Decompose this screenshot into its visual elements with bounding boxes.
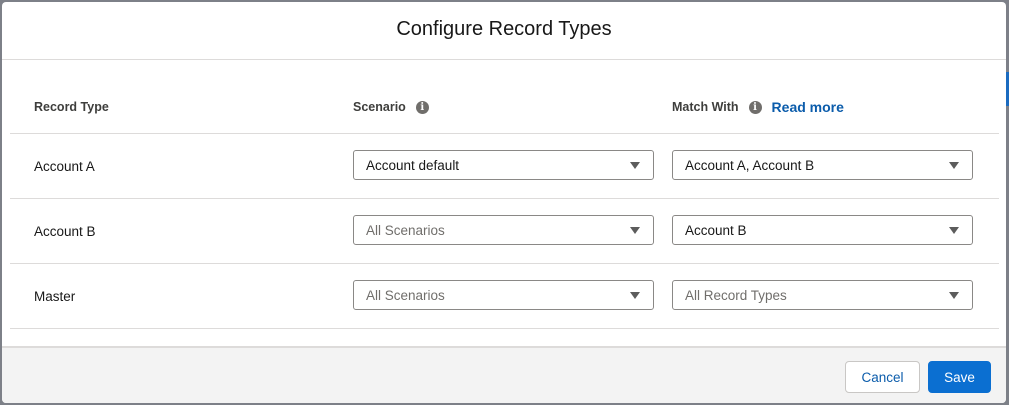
modal-title: Configure Record Types	[396, 18, 612, 40]
chevron-down-icon	[630, 226, 640, 234]
modal-header: Configure Record Types	[2, 2, 1006, 60]
match-with-select-value: Account A, Account B	[685, 157, 815, 173]
cancel-button[interactable]: Cancel	[845, 361, 920, 393]
chevron-down-icon	[630, 291, 640, 299]
column-header-record-type: Record Type	[34, 98, 109, 116]
row-divider	[10, 328, 999, 329]
modal-footer: Cancel Save	[2, 346, 1006, 403]
modal-body: Record Type Scenario i Match With i Read…	[2, 60, 1006, 346]
match-with-select-value: Account B	[685, 222, 747, 238]
record-type-label: Account A	[34, 159, 95, 174]
chevron-down-icon	[949, 291, 959, 299]
configure-record-types-modal: Configure Record Types Record Type Scena…	[2, 2, 1006, 403]
scenario-select[interactable]: All Scenarios	[353, 280, 654, 310]
read-more-link[interactable]: Read more	[772, 99, 844, 115]
record-type-label: Master	[34, 289, 76, 304]
scenario-select-value: All Scenarios	[366, 222, 445, 238]
match-with-select[interactable]: All Record Types	[672, 280, 973, 310]
scenario-info-icon[interactable]: i	[415, 100, 429, 114]
chevron-down-icon	[949, 161, 959, 169]
column-header-scenario: Scenario i	[353, 98, 429, 116]
save-button[interactable]: Save	[928, 361, 991, 393]
row-divider	[10, 198, 999, 199]
column-header-match-with: Match With i Read more	[672, 98, 844, 116]
chevron-down-icon	[630, 161, 640, 169]
chevron-down-icon	[949, 226, 959, 234]
match-with-select[interactable]: Account B	[672, 215, 973, 245]
match-with-select-value: All Record Types	[685, 287, 787, 303]
scenario-select[interactable]: Account default	[353, 150, 654, 180]
record-type-label: Account B	[34, 224, 96, 239]
match-with-select[interactable]: Account A, Account B	[672, 150, 973, 180]
header-divider	[10, 133, 999, 134]
column-header-scenario-label: Scenario	[353, 100, 406, 114]
column-header-match-with-label: Match With	[672, 100, 739, 114]
match-with-info-icon[interactable]: i	[748, 100, 762, 114]
scenario-select[interactable]: All Scenarios	[353, 215, 654, 245]
row-divider	[10, 263, 999, 264]
scenario-select-value: Account default	[366, 157, 460, 173]
scenario-select-value: All Scenarios	[366, 287, 445, 303]
column-header-record-type-label: Record Type	[34, 100, 109, 114]
